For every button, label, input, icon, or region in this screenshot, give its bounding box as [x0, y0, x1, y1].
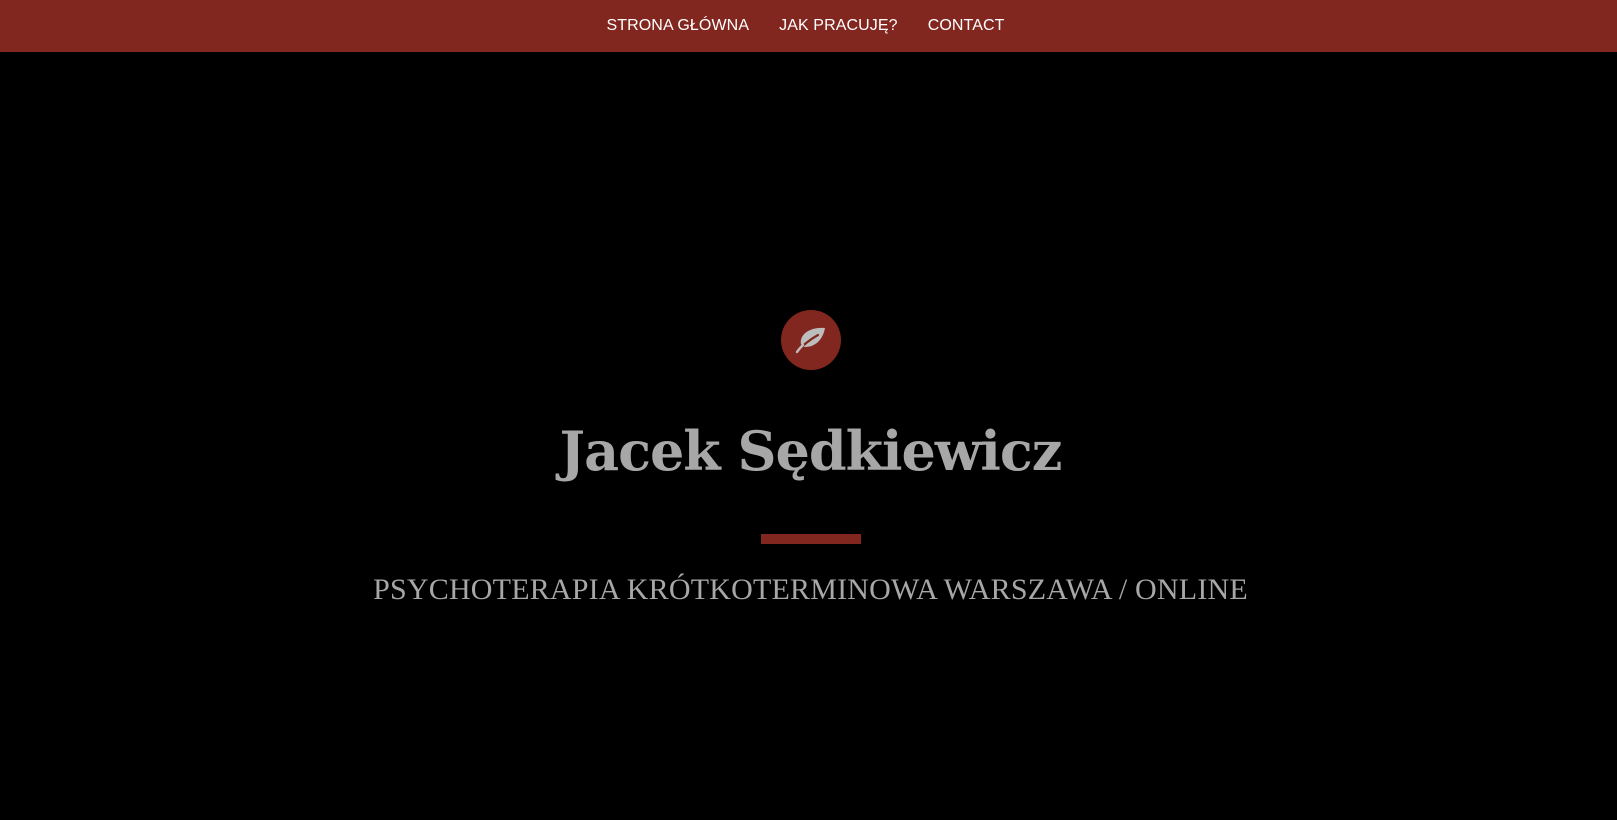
title-divider: [761, 534, 861, 544]
nav-item-home[interactable]: STRONA GŁÓWNA: [606, 17, 749, 35]
hero-section: Jacek Sędkiewicz PSYCHOTERAPIA KRÓTKOTER…: [0, 52, 1617, 820]
leaf-icon: [795, 327, 825, 354]
top-navigation: STRONA GŁÓWNA JAK PRACUJĘ? CONTACT: [0, 0, 1617, 52]
nav-item-contact[interactable]: CONTACT: [928, 17, 1005, 35]
logo-badge: [781, 310, 841, 370]
site-title: Jacek Sędkiewicz: [559, 419, 1063, 483]
nav-item-how-i-work[interactable]: JAK PRACUJĘ?: [779, 17, 898, 35]
site-tagline: PSYCHOTERAPIA KRÓTKOTERMINOWA WARSZAWA /…: [373, 573, 1248, 606]
